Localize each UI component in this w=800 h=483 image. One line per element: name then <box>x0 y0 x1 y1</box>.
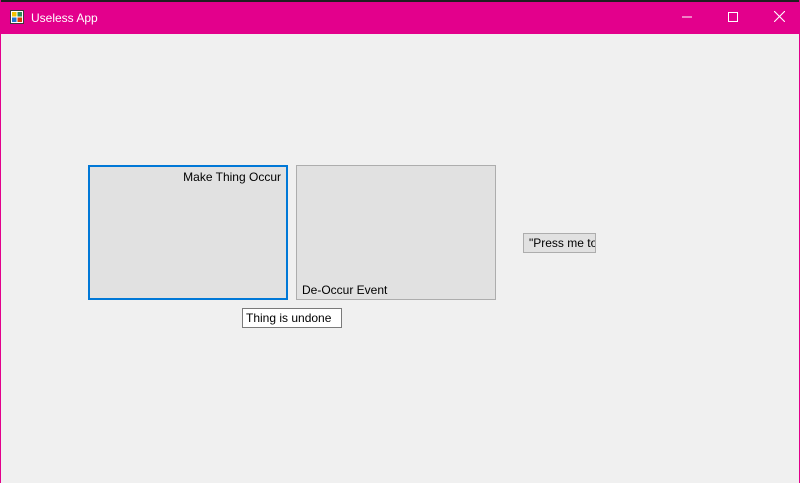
press-me-button[interactable]: "Press me to <box>523 233 596 253</box>
minimize-icon <box>682 9 692 27</box>
title-bar[interactable]: Useless App <box>1 2 799 34</box>
window-title: Useless App <box>31 11 98 25</box>
maximize-button[interactable] <box>710 2 756 34</box>
close-button[interactable] <box>756 2 799 34</box>
maximize-icon <box>728 9 738 27</box>
press-me-label: "Press me to <box>529 236 596 250</box>
minimize-button[interactable] <box>664 2 710 34</box>
app-window: Useless App Make Thing Occur De-Occur Ev… <box>0 0 800 483</box>
thing-status-field[interactable]: Thing is undone <box>242 308 342 328</box>
de-occur-event-button[interactable]: De-Occur Event <box>296 165 496 300</box>
make-thing-occur-button[interactable]: Make Thing Occur <box>88 165 288 300</box>
de-occur-event-label: De-Occur Event <box>302 283 388 297</box>
make-thing-occur-label: Make Thing Occur <box>183 170 281 184</box>
app-icon[interactable] <box>10 10 24 24</box>
close-icon <box>773 9 785 27</box>
